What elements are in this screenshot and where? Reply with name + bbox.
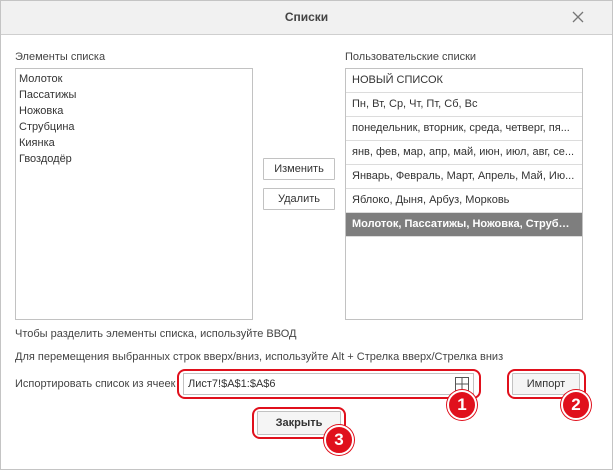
list-item: Молоток xyxy=(19,73,63,85)
list-item: Ножовка xyxy=(19,105,64,117)
import-range-value: Лист7!$A$1:$A$6 xyxy=(188,378,276,390)
dialog-title: Списки xyxy=(284,10,329,24)
custom-list-row[interactable]: Молоток, Пассатижы, Ножовка, Струбцин... xyxy=(346,213,582,237)
custom-list-row[interactable]: Пн, Вт, Ср, Чт, Пт, Сб, Вс xyxy=(346,93,582,117)
annotation-badge-1: 1 xyxy=(447,390,477,420)
list-item: Киянка xyxy=(19,137,55,149)
custom-list-row[interactable]: понедельник, вторник, среда, четверг, пя… xyxy=(346,117,582,141)
custom-list-row[interactable]: Яблоко, Дыня, Арбуз, Морковь xyxy=(346,189,582,213)
delete-button[interactable]: Удалить xyxy=(263,188,335,210)
dialog-titlebar: Списки xyxy=(1,1,612,35)
custom-lists-box[interactable]: НОВЫЙ СПИСОК Пн, Вт, Ср, Чт, Пт, Сб, Вс по… xyxy=(345,68,583,320)
reorder-hint: Для перемещения выбранных строк вверх/вн… xyxy=(15,351,504,363)
select-range-icon[interactable] xyxy=(455,377,469,391)
list-item: Пассатижы xyxy=(19,89,77,101)
annotation-badge-3: 3 xyxy=(324,425,354,455)
custom-lists-label: Пользовательские списки xyxy=(345,51,477,63)
edit-button[interactable]: Изменить xyxy=(263,158,335,180)
import-range-input[interactable]: Лист7!$A$1:$A$6 xyxy=(183,373,474,395)
close-icon[interactable] xyxy=(569,8,587,26)
annotation-badge-2: 2 xyxy=(561,390,591,420)
custom-list-row[interactable]: НОВЫЙ СПИСОК xyxy=(346,69,582,93)
separator-hint: Чтобы разделить элементы списка, использ… xyxy=(15,328,297,340)
import-range-label: Испортировать список из ячеек xyxy=(15,378,176,390)
list-items-label: Элементы списка xyxy=(15,51,106,63)
list-items-textarea[interactable]: Молоток Пассатижы Ножовка Струбцина Киянка Гв… xyxy=(15,68,253,320)
lists-dialog: Списки Элементы списка Молоток Пассатижы Н… xyxy=(0,0,613,470)
list-item: Гвоздодёр xyxy=(19,153,72,165)
list-item: Струбцина xyxy=(19,121,75,133)
custom-list-row[interactable]: янв, фев, мар, апр, май, июн, июл, авг, … xyxy=(346,141,582,165)
custom-list-row[interactable]: Январь, Февраль, Март, Апрель, Май, Ию..… xyxy=(346,165,582,189)
